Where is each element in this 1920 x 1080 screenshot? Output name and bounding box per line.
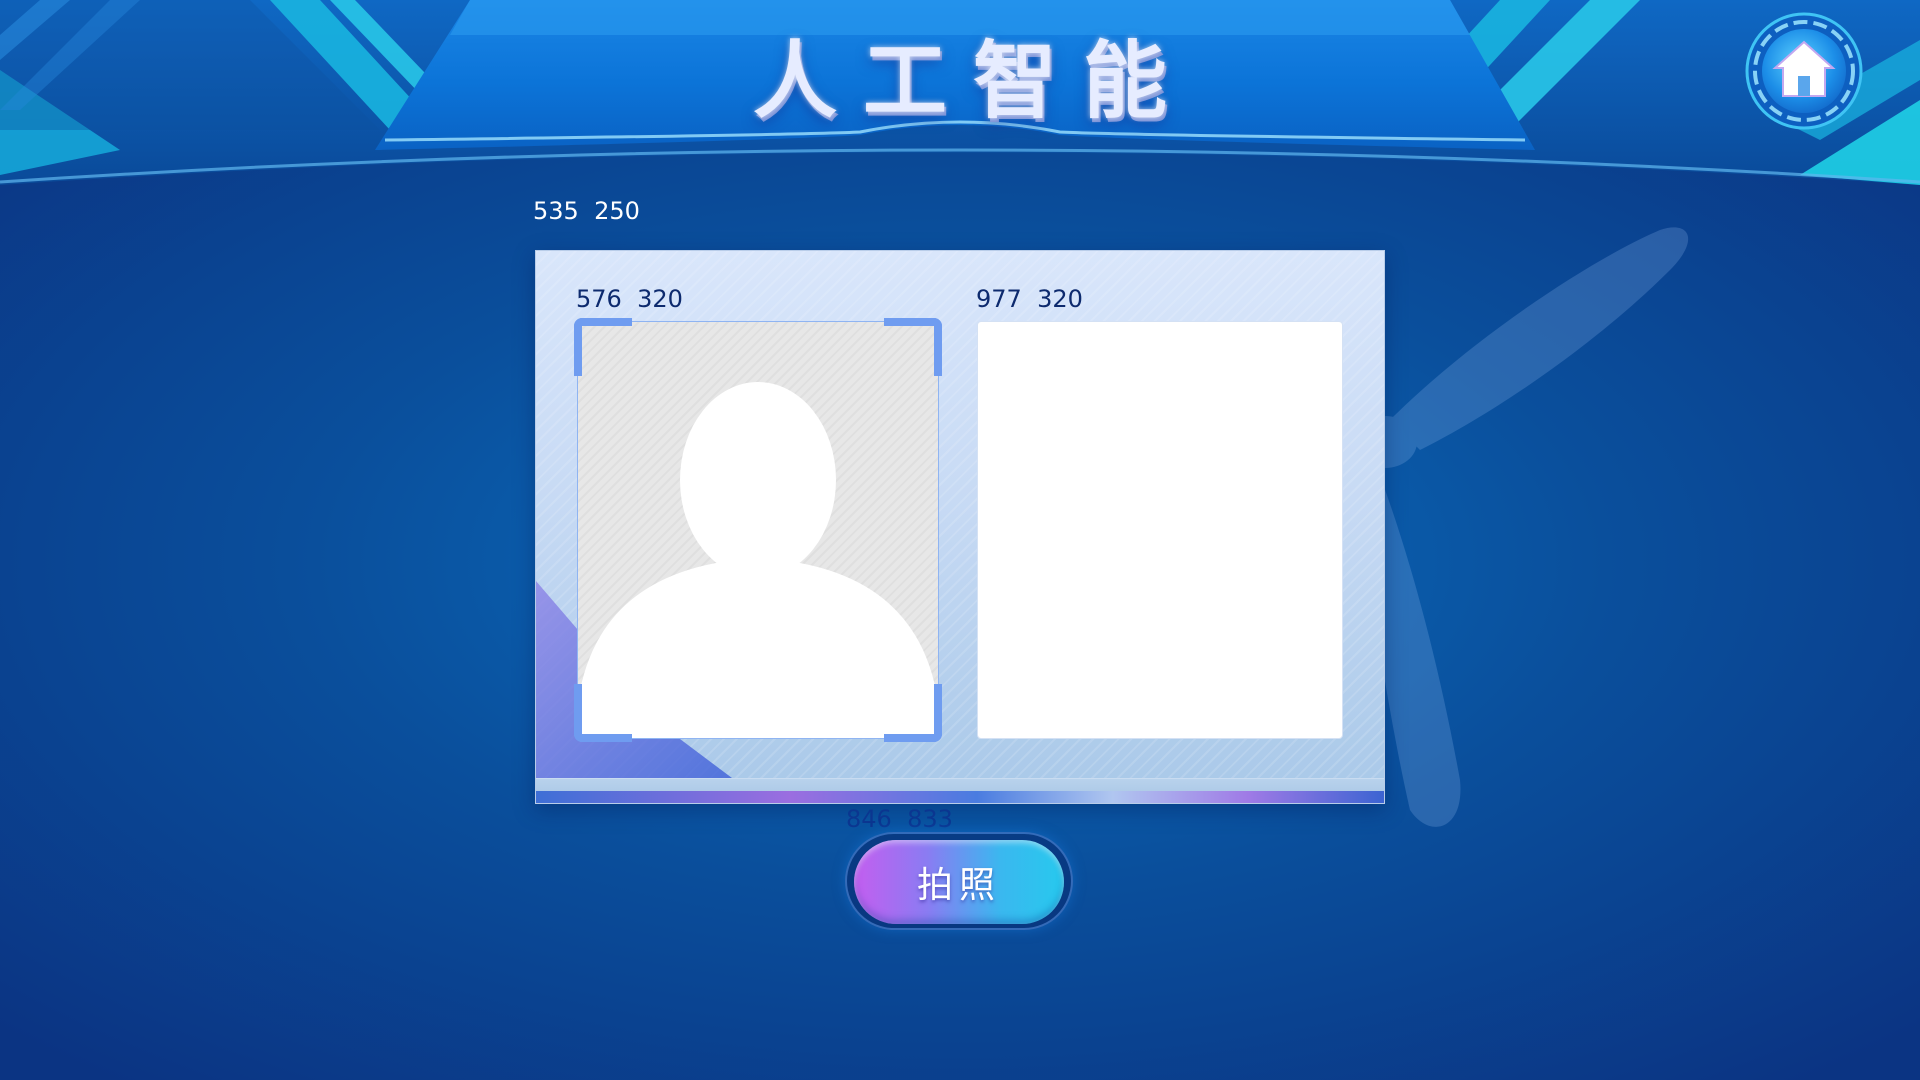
frame-corner-top-right xyxy=(884,318,942,376)
frame-corner-bottom-right xyxy=(884,684,942,742)
capture-button-label: 拍照 xyxy=(916,865,1001,906)
home-button[interactable] xyxy=(1745,12,1863,130)
coordinate-label-top: 535 250 xyxy=(533,197,640,225)
frame-corner-bottom-left xyxy=(574,684,632,742)
coordinate-label-result: 977 320 xyxy=(976,285,1083,313)
coordinate-label-capture: 576 320 xyxy=(576,285,683,313)
person-silhouette-icon xyxy=(578,382,938,738)
capture-button[interactable]: 拍照 xyxy=(854,840,1064,924)
decorative-fan xyxy=(1330,227,1689,827)
camera-capture-frame[interactable] xyxy=(577,321,939,739)
panel-bottom-bar xyxy=(536,791,1384,803)
coordinate-label-button: 846 833 xyxy=(846,805,953,833)
page-title: 人工智能 xyxy=(752,32,1193,130)
photo-panel: 576 320 977 320 xyxy=(535,250,1385,804)
result-image-frame xyxy=(977,321,1343,739)
frame-corner-top-left xyxy=(574,318,632,376)
